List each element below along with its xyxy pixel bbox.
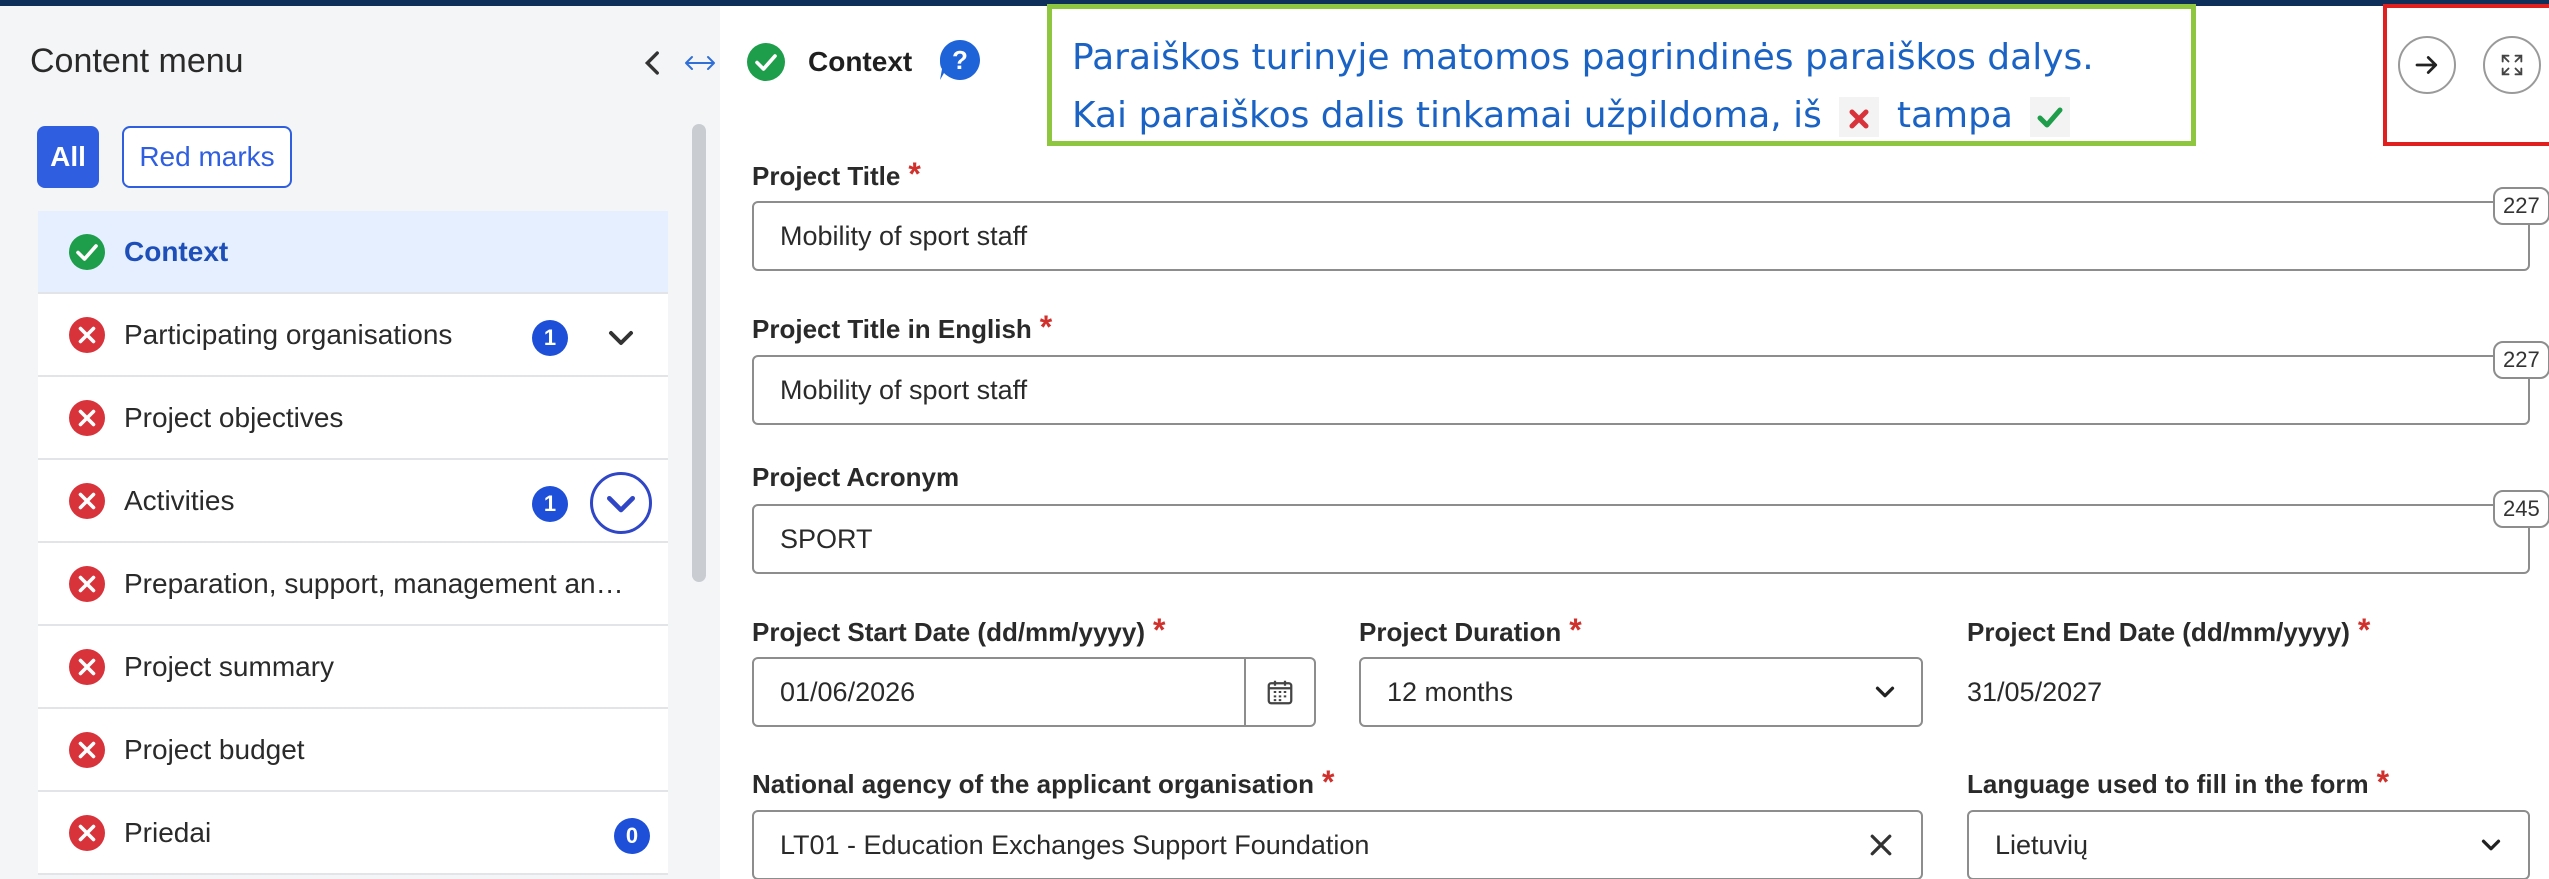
end-date-label: Project End Date (dd/mm/yyyy) * — [1967, 612, 2370, 649]
sidebar-item-project-budget[interactable]: Project budget — [38, 709, 668, 792]
sidebar-item-label: Priedai — [124, 816, 212, 848]
project-title-english-label: Project Title in English * — [752, 309, 1052, 346]
error-x-circle-icon — [69, 815, 105, 851]
content-menu-sidebar: Content menu All Red marks Context Parti… — [0, 6, 720, 879]
national-agency-select[interactable]: LT01 - Education Exchanges Support Found… — [752, 810, 1923, 879]
label-text: Project Duration — [1359, 617, 1562, 647]
tooltip-text: tampa — [1896, 95, 2013, 136]
sidebar-item-label: Context — [124, 235, 229, 267]
project-title-label: Project Title * — [752, 156, 921, 193]
check-circle-icon — [69, 234, 105, 270]
collapse-chevron-left-icon[interactable] — [636, 46, 670, 80]
sidebar-item-label: Project budget — [124, 733, 305, 765]
required-asterisk: * — [1153, 612, 1166, 648]
start-date-input[interactable]: 01/06/2026 — [752, 657, 1246, 727]
project-acronym-label: Project Acronym — [752, 462, 959, 493]
error-x-circle-icon — [69, 732, 105, 768]
label-text: Project Acronym — [752, 462, 960, 492]
tooltip-line-1: Paraiškos turinyje matomos pagrindinės p… — [1072, 37, 2094, 78]
project-duration-select[interactable]: 12 months — [1359, 657, 1923, 727]
required-asterisk: * — [1569, 612, 1582, 648]
check-circle-icon — [747, 43, 785, 81]
sidebar-item-participating-organisations[interactable]: Participating organisations 1 — [38, 294, 668, 377]
project-title-input[interactable]: Mobility of sport staff — [752, 201, 2530, 271]
character-counter: 227 — [2493, 187, 2549, 225]
sidebar-title: Content menu — [30, 42, 244, 80]
label-text: Project Title in English — [752, 314, 1032, 344]
tooltip-text: Kai paraiškos dalis tinkamai užpildoma, … — [1072, 95, 1822, 136]
green-check-icon — [2030, 97, 2071, 137]
next-button[interactable] — [2398, 36, 2456, 94]
end-date-value: 31/05/2027 — [1967, 677, 2103, 707]
label-text: Project Title — [752, 161, 901, 191]
national-agency-label: National agency of the applicant organis… — [752, 764, 1334, 801]
calendar-button[interactable] — [1246, 657, 1316, 727]
label-text: National agency of the applicant organis… — [752, 769, 1314, 799]
tooltip-line-2: Kai paraiškos dalis tinkamai užpildoma, … — [1072, 87, 2191, 145]
required-asterisk: * — [1039, 309, 1053, 345]
sidebar-item-label: Project summary — [124, 650, 335, 682]
error-x-circle-icon — [69, 649, 105, 685]
sidebar-item-priedai[interactable]: Priedai 0 — [38, 792, 668, 875]
sidebar-item-preparation-support-management[interactable]: Preparation, support, management an… — [38, 543, 668, 626]
expand-button[interactable] — [590, 472, 652, 534]
count-badge: 1 — [532, 486, 568, 522]
count-badge: 1 — [532, 320, 568, 356]
sidebar-item-label: Project objectives — [124, 401, 344, 433]
required-asterisk: * — [1321, 764, 1335, 800]
svg-text:?: ? — [952, 45, 968, 75]
required-asterisk: * — [908, 156, 921, 192]
sidebar-scrollbar[interactable] — [692, 124, 706, 582]
language-select[interactable]: Lietuvių — [1967, 810, 2530, 879]
fullscreen-button[interactable] — [2483, 36, 2541, 94]
filter-all-button[interactable]: All — [37, 126, 99, 188]
sidebar-item-label: Preparation, support, management an… — [124, 567, 624, 599]
chevron-down-icon[interactable] — [601, 318, 641, 358]
label-text: Project End Date (dd/mm/yyyy) — [1967, 617, 2350, 647]
language-label: Language used to fill in the form * — [1967, 764, 2389, 801]
help-question-icon[interactable]: ? — [938, 38, 982, 82]
info-tooltip: Paraiškos turinyje matomos pagrindinės p… — [1047, 4, 2196, 146]
resize-horizontal-icon[interactable] — [683, 52, 717, 74]
count-badge: 0 — [614, 818, 650, 854]
label-text: Language used to fill in the form — [1967, 769, 2369, 799]
chevron-down-icon[interactable] — [2476, 830, 2506, 860]
error-x-circle-icon — [69, 483, 105, 519]
chevron-down-icon — [607, 496, 635, 513]
error-x-circle-icon — [69, 566, 105, 602]
character-counter: 245 — [2493, 490, 2549, 528]
red-x-icon — [1839, 97, 1880, 137]
expand-icon — [2501, 54, 2523, 76]
project-acronym-input[interactable]: SPORT — [752, 504, 2530, 574]
sidebar-item-project-objectives[interactable]: Project objectives — [38, 377, 668, 460]
sidebar-item-label: Activities — [124, 484, 235, 516]
sidebar-item-context[interactable]: Context — [38, 211, 668, 294]
section-title: Context — [808, 46, 913, 77]
project-duration-label: Project Duration * — [1359, 612, 1582, 649]
sidebar-nav-list: Context Participating organisations 1 Pr… — [38, 211, 668, 875]
calendar-icon — [1267, 680, 1293, 705]
clear-x-icon[interactable] — [1866, 830, 1896, 860]
error-x-circle-icon — [69, 317, 105, 353]
error-x-circle-icon — [69, 400, 105, 436]
sidebar-item-label: Participating organisations — [124, 318, 453, 350]
chevron-down-icon[interactable] — [1870, 677, 1900, 707]
project-title-english-input[interactable]: Mobility of sport staff — [752, 355, 2530, 425]
character-counter: 227 — [2493, 341, 2549, 379]
arrow-right-icon — [2415, 56, 2438, 74]
label-text: Project Start Date (dd/mm/yyyy) — [752, 617, 1146, 647]
required-asterisk: * — [2357, 612, 2371, 648]
start-date-label: Project Start Date (dd/mm/yyyy) * — [752, 612, 1165, 649]
required-asterisk: * — [2376, 764, 2390, 800]
filter-red-marks-button[interactable]: Red marks — [122, 126, 292, 188]
sidebar-item-activities[interactable]: Activities 1 — [38, 460, 668, 543]
sidebar-item-project-summary[interactable]: Project summary — [38, 626, 668, 709]
